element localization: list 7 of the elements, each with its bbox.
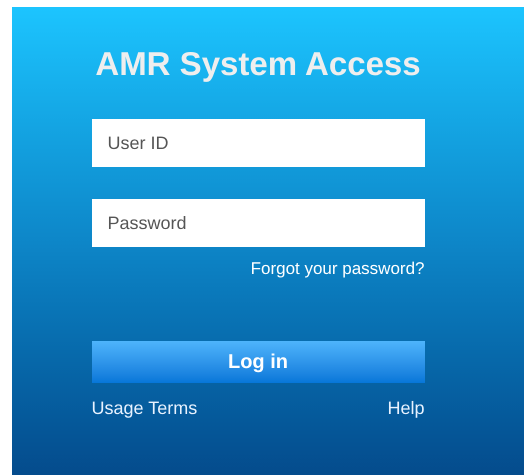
usage-terms-link[interactable]: Usage Terms bbox=[92, 395, 198, 421]
help-link[interactable]: Help bbox=[387, 395, 424, 421]
login-title: AMR System Access bbox=[95, 45, 421, 83]
password-field[interactable]: Password bbox=[92, 199, 424, 247]
login-button[interactable]: Log in bbox=[92, 341, 424, 383]
user-id-field[interactable]: User ID bbox=[92, 119, 424, 167]
forgot-password-link[interactable]: Forgot your password? bbox=[250, 256, 424, 282]
